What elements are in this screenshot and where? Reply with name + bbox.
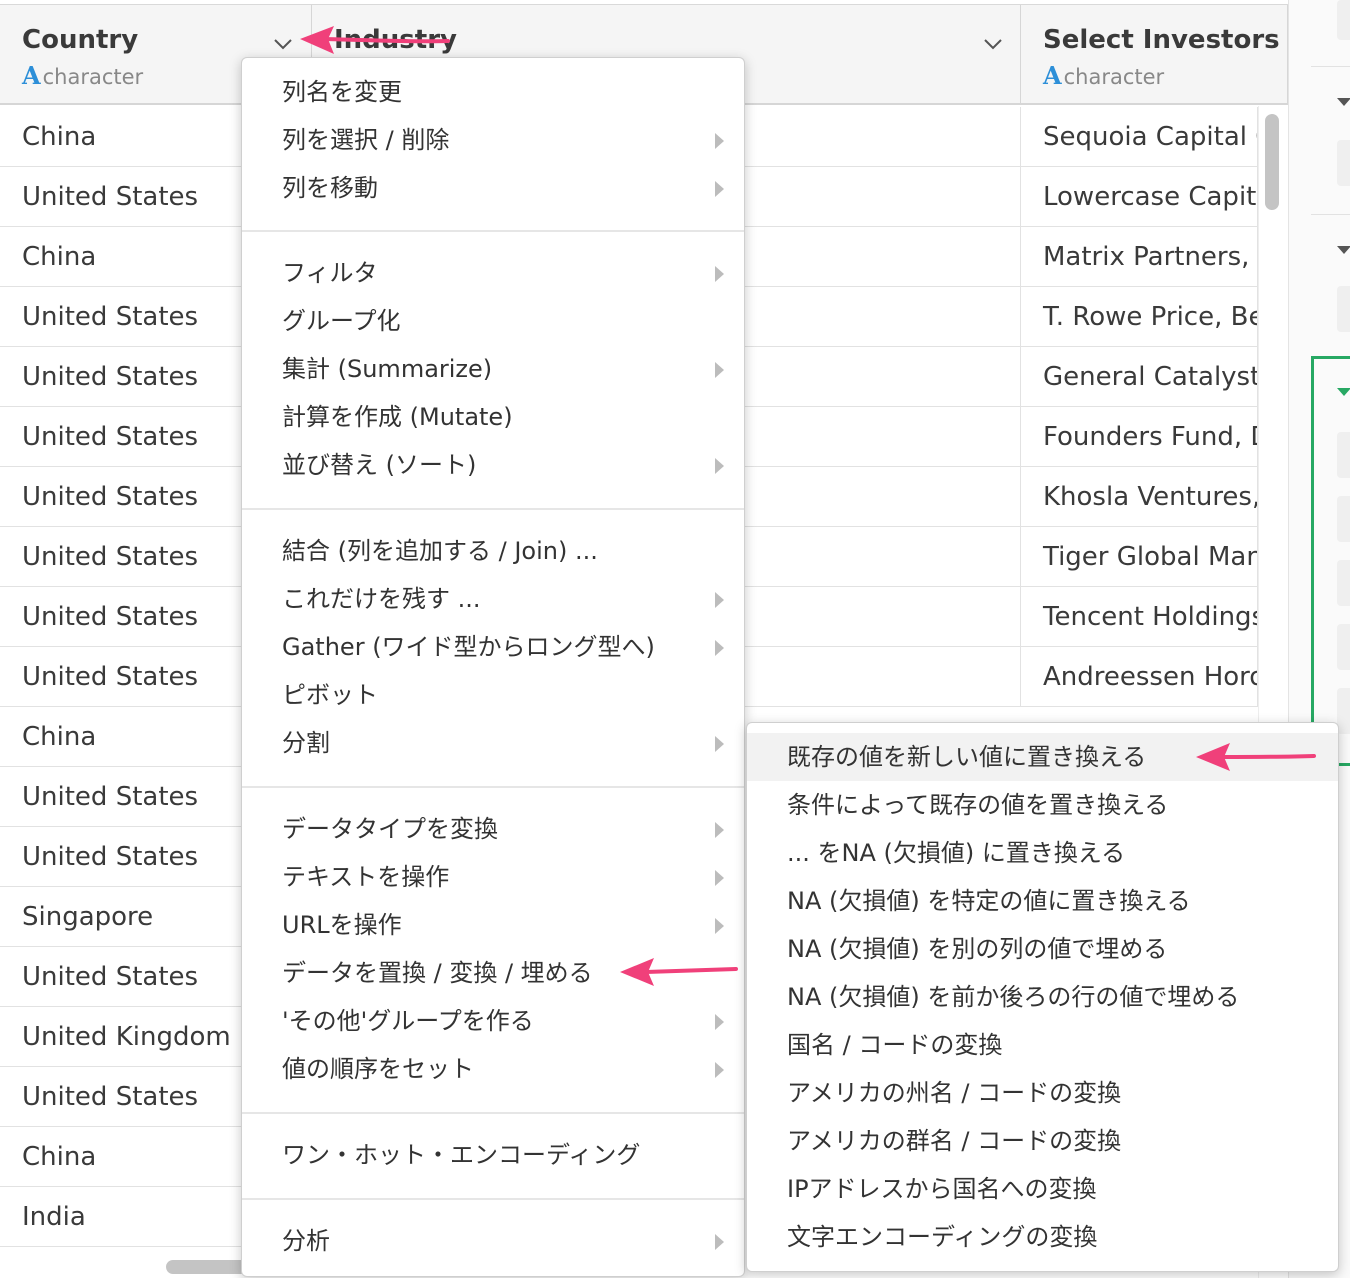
cell-investors[interactable]: Lowercase Capital <box>1021 167 1258 227</box>
type-character-icon: A <box>1043 61 1062 90</box>
column-name: Select Investors <box>1043 25 1280 55</box>
cell-investors[interactable]: Matrix Partners, T <box>1021 227 1258 287</box>
replace-convert-fill-submenu: 既存の値を新しい値に置き換える 条件によって既存の値を置き換える ... をNA… <box>746 722 1339 1272</box>
menu-item-convert-data-type[interactable]: データタイプを変換 <box>242 805 744 853</box>
submenu-arrow-icon <box>715 640 724 656</box>
submenu-item-fill-na-from-column[interactable]: NA (欠損値) を別の列の値で埋める <box>747 925 1338 973</box>
menu-item-gather[interactable]: Gather (ワイド型からロング型へ) <box>242 623 744 671</box>
menu-item-group-by[interactable]: グループ化 <box>242 297 744 345</box>
column-header-select-investors[interactable]: Select Investors Acharacter <box>1021 5 1288 105</box>
column-name: Country <box>22 25 139 55</box>
step-block[interactable] <box>1337 496 1350 542</box>
collapse-triangle-icon[interactable] <box>1337 246 1350 254</box>
menu-item-pivot[interactable]: ピボット <box>242 671 744 719</box>
submenu-arrow-icon <box>715 266 724 282</box>
menu-item-sort[interactable]: 並び替え (ソート) <box>242 441 744 489</box>
submenu-item-ip-to-country[interactable]: IPアドレスから国名への変換 <box>747 1165 1338 1213</box>
submenu-arrow-icon <box>715 181 724 197</box>
chevron-down-icon[interactable] <box>272 33 294 55</box>
submenu-item-replace-with-na[interactable]: ... をNA (欠損値) に置き換える <box>747 829 1338 877</box>
submenu-item-us-state-code[interactable]: アメリカの州名 / コードの変換 <box>747 1069 1338 1117</box>
submenu-arrow-icon <box>715 822 724 838</box>
menu-item-select-remove-columns[interactable]: 列を選択 / 削除 <box>242 116 744 164</box>
menu-item-split[interactable]: 分割 <box>242 719 744 767</box>
submenu-arrow-icon <box>715 133 724 149</box>
menu-item-summarize[interactable]: 集計 (Summarize) <box>242 345 744 393</box>
divider <box>1311 66 1350 67</box>
menu-divider <box>242 230 744 232</box>
cell-investors[interactable]: Founders Fund, D <box>1021 407 1258 467</box>
chevron-down-icon[interactable] <box>982 33 1004 55</box>
menu-item-set-value-order[interactable]: 値の順序をセット <box>242 1045 744 1093</box>
menu-divider <box>242 786 744 788</box>
submenu-arrow-icon <box>715 592 724 608</box>
column-type: Acharacter <box>1043 61 1165 90</box>
menu-item-move-column[interactable]: 列を移動 <box>242 164 744 212</box>
step-block[interactable] <box>1337 624 1350 670</box>
menu-item-filter[interactable]: フィルタ <box>242 249 744 297</box>
cell-investors[interactable]: Andreessen Horo <box>1021 647 1258 707</box>
submenu-arrow-icon <box>715 362 724 378</box>
submenu-arrow-icon <box>715 736 724 752</box>
step-block[interactable] <box>1337 560 1350 606</box>
menu-item-work-with-text[interactable]: テキストを操作 <box>242 853 744 901</box>
cell-investors[interactable]: Khosla Ventures, <box>1021 467 1258 527</box>
menu-item-one-hot-encoding[interactable]: ワン・ホット・エンコーディング <box>242 1131 744 1179</box>
submenu-arrow-icon <box>715 458 724 474</box>
menu-item-other-group[interactable]: 'その他'グループを作る <box>242 997 744 1045</box>
submenu-item-us-county-code[interactable]: アメリカの群名 / コードの変換 <box>747 1117 1338 1165</box>
cell-investors[interactable]: General Catalyst <box>1021 347 1258 407</box>
vertical-scrollbar-thumb[interactable] <box>1265 114 1279 210</box>
cell-investors[interactable]: Tiger Global Man <box>1021 527 1258 587</box>
submenu-arrow-icon <box>715 1234 724 1250</box>
submenu-item-fill-na-previous-next[interactable]: NA (欠損値) を前か後ろの行の値で埋める <box>747 973 1338 1021</box>
column-type: Acharacter <box>22 61 144 90</box>
step-block[interactable] <box>1337 432 1350 478</box>
step-block[interactable] <box>1337 0 1350 40</box>
submenu-arrow-icon <box>715 870 724 886</box>
menu-item-mutate[interactable]: 計算を作成 (Mutate) <box>242 393 744 441</box>
menu-item-rename-column[interactable]: 列名を変更 <box>242 68 744 116</box>
menu-item-join[interactable]: 結合 (列を追加する / Join) ... <box>242 527 744 575</box>
column-context-menu: 列名を変更 列を選択 / 削除 列を移動 フィルタ グループ化 集計 (Summ… <box>241 57 745 1277</box>
step-block[interactable] <box>1337 140 1350 186</box>
submenu-item-replace-values[interactable]: 既存の値を新しい値に置き換える <box>747 733 1338 781</box>
menu-divider <box>242 1112 744 1114</box>
submenu-item-replace-na-with-value[interactable]: NA (欠損値) を特定の値に置き換える <box>747 877 1338 925</box>
menu-item-replace-convert-fill[interactable]: データを置換 / 変換 / 埋める <box>242 949 744 997</box>
column-name: Industry <box>334 25 457 55</box>
menu-item-analytics[interactable]: 分析 <box>242 1217 744 1265</box>
cell-investors[interactable]: Sequoia Capital C <box>1021 107 1258 167</box>
submenu-arrow-icon <box>715 1014 724 1030</box>
submenu-arrow-icon <box>715 1062 724 1078</box>
type-character-icon: A <box>22 61 41 90</box>
collapse-triangle-icon[interactable] <box>1337 98 1350 106</box>
cell-investors[interactable]: Tencent Holdings <box>1021 587 1258 647</box>
menu-item-keep-only[interactable]: これだけを残す ... <box>242 575 744 623</box>
menu-divider <box>242 1198 744 1200</box>
menu-item-work-with-url[interactable]: URLを操作 <box>242 901 744 949</box>
cell-investors[interactable]: T. Rowe Price, Be <box>1021 287 1258 347</box>
submenu-item-replace-conditionally[interactable]: 条件によって既存の値を置き換える <box>747 781 1338 829</box>
divider <box>1311 214 1350 215</box>
submenu-item-text-encoding[interactable]: 文字エンコーディングの変換 <box>747 1213 1338 1261</box>
collapse-triangle-icon[interactable] <box>1337 388 1350 396</box>
menu-divider <box>242 508 744 510</box>
submenu-item-country-code[interactable]: 国名 / コードの変換 <box>747 1021 1338 1069</box>
submenu-arrow-icon <box>715 918 724 934</box>
step-block[interactable] <box>1337 286 1350 332</box>
